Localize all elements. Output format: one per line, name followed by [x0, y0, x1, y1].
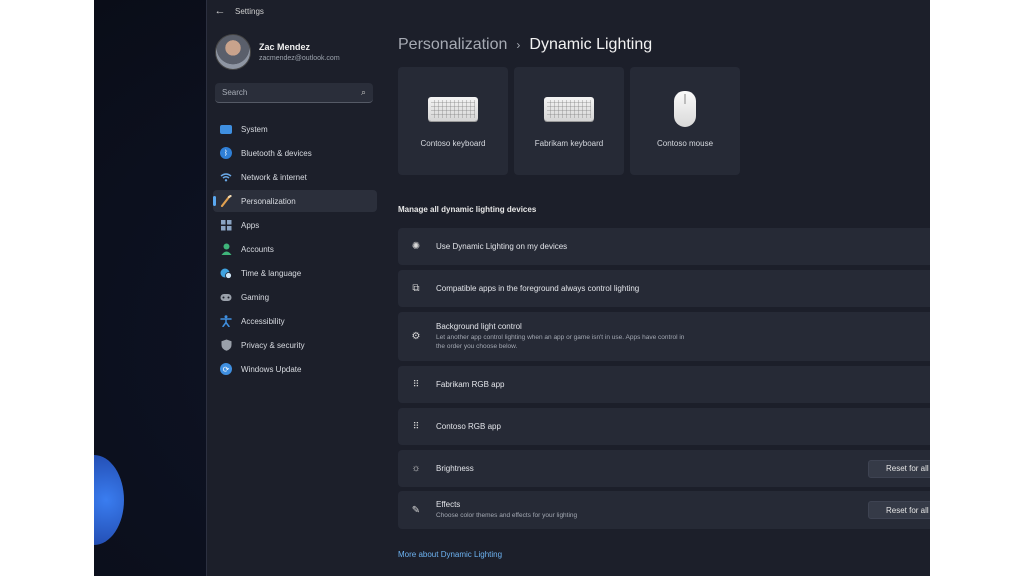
device-cards: Contoso keyboard Fabrikam keyboard Conto… [398, 67, 740, 175]
sidebar-item-network[interactable]: Network & internet [213, 166, 377, 188]
controller-icon [220, 291, 232, 303]
user-name: Zac Mendez [259, 42, 311, 52]
sidebar-item-label: Privacy & security [241, 340, 305, 350]
sidebar-item-apps[interactable]: Apps [213, 214, 377, 236]
sidebar-item-label: Personalization [241, 196, 296, 206]
sidebar-item-label: Accessibility [241, 316, 285, 326]
more-about-link[interactable]: More about Dynamic Lighting [398, 550, 502, 559]
sidebar-item-accounts[interactable]: Accounts [213, 238, 377, 260]
app-priority-item[interactable]: ⠿ Contoso RGB app ··· [398, 408, 930, 445]
back-arrow-icon[interactable]: ← [209, 5, 231, 17]
setting-label: Compatible apps in the foreground always… [436, 284, 640, 293]
sidebar-item-system[interactable]: System [213, 118, 377, 140]
app-label: Contoso RGB app [436, 422, 501, 431]
device-label: Contoso mouse [656, 139, 714, 148]
drag-handle-icon[interactable]: ⠿ [410, 421, 422, 432]
sidebar-item-label: System [241, 124, 268, 134]
breadcrumb-parent[interactable]: Personalization [398, 36, 507, 54]
section-heading: Manage all dynamic lighting devices [398, 205, 537, 214]
chevron-right-icon: › [516, 38, 521, 52]
sync-icon: ⟳ [220, 363, 232, 375]
shield-icon [220, 339, 232, 351]
search-box[interactable]: ⌕ [215, 83, 373, 103]
keyboard-icon [428, 97, 478, 121]
sidebar-item-time-language[interactable]: Time & language [213, 262, 377, 284]
setting-description: Let another app control lighting when an… [436, 334, 685, 350]
sidebar-item-label: Gaming [241, 292, 270, 302]
app-label: Fabrikam RGB app [436, 380, 505, 389]
brightness-icon: ☼ [411, 463, 421, 474]
brush-icon [220, 195, 232, 207]
setting-label: Use Dynamic Lighting on my devices [436, 242, 568, 251]
sidebar-item-label: Time & language [241, 268, 302, 278]
sidebar-item-personalization[interactable]: Personalization [213, 190, 377, 212]
background-light-control-row[interactable]: ⚙ Background light control Let another a… [398, 312, 930, 361]
apps-icon [220, 219, 232, 231]
sidebar-nav: System ᛒ Bluetooth & devices Network & i… [213, 118, 377, 382]
avatar [215, 34, 251, 70]
wifi-icon [220, 171, 232, 183]
title-bar: ← Settings [207, 0, 930, 22]
reset-brightness-button[interactable]: Reset for all devices [868, 459, 930, 478]
breadcrumb: Personalization › Dynamic Lighting [398, 36, 652, 54]
gear-icon: ⚙ [411, 331, 421, 342]
reset-effects-button[interactable]: Reset for all devices [868, 501, 930, 519]
desktop-background: ← Settings – ▢ ✕ Zac Mendez zacmendez@ou… [94, 0, 930, 576]
bluetooth-icon: ᛒ [220, 147, 232, 159]
setting-description: Choose color themes and effects for your… [436, 511, 578, 519]
accessibility-icon [220, 315, 232, 327]
sidebar-item-label: Windows Update [241, 364, 302, 374]
search-input[interactable] [222, 88, 361, 97]
device-label: Contoso keyboard [420, 139, 486, 148]
sidebar-item-privacy[interactable]: Privacy & security [213, 334, 377, 356]
compatible-apps-row: ⧉ Compatible apps in the foreground alwa… [398, 270, 930, 307]
window-title: Settings [235, 6, 264, 16]
sidebar-item-accessibility[interactable]: Accessibility [213, 310, 377, 332]
setting-label: Background light control [436, 322, 522, 332]
use-dynamic-lighting-row: ✺ Use Dynamic Lighting on my devices On [398, 228, 930, 265]
person-icon [220, 243, 232, 255]
sun-icon: ✺ [411, 241, 421, 252]
keyboard-icon [544, 97, 594, 121]
search-icon[interactable]: ⌕ [361, 87, 366, 98]
sidebar-item-label: Bluetooth & devices [241, 148, 312, 158]
device-card-fabrikam-keyboard[interactable]: Fabrikam keyboard [514, 67, 624, 175]
sidebar-item-gaming[interactable]: Gaming [213, 286, 377, 308]
mouse-icon [674, 91, 696, 127]
user-email: zacmendez@outlook.com [259, 55, 340, 62]
user-profile[interactable]: Zac Mendez zacmendez@outlook.com [215, 34, 340, 70]
device-label: Fabrikam keyboard [534, 139, 604, 148]
sidebar-item-label: Apps [241, 220, 260, 230]
settings-window: ← Settings – ▢ ✕ Zac Mendez zacmendez@ou… [206, 0, 930, 576]
pen-icon: ✎ [411, 504, 421, 516]
device-card-contoso-mouse[interactable]: Contoso mouse [630, 67, 740, 175]
setting-label: Brightness [436, 464, 474, 473]
sidebar-item-bluetooth[interactable]: ᛒ Bluetooth & devices [213, 142, 377, 164]
page-title: Dynamic Lighting [529, 36, 653, 53]
setting-label: Effects [436, 499, 461, 509]
drag-handle-icon[interactable]: ⠿ [410, 379, 422, 390]
sidebar-item-label: Accounts [241, 244, 274, 254]
apps-control-icon: ⧉ [412, 283, 420, 294]
globe-clock-icon [220, 267, 232, 279]
wallpaper-bloom-left [94, 455, 124, 545]
app-priority-item[interactable]: ⠿ Fabrikam RGB app ··· [398, 366, 930, 403]
brightness-row: ☼ Brightness Reset for all devices [398, 450, 930, 487]
effects-row: ✎ Effects Choose color themes and effect… [398, 491, 930, 529]
sidebar-item-label: Network & internet [241, 172, 307, 182]
sidebar-item-windows-update[interactable]: ⟳ Windows Update [213, 358, 377, 380]
monitor-icon [220, 124, 232, 134]
device-card-contoso-keyboard[interactable]: Contoso keyboard [398, 67, 508, 175]
